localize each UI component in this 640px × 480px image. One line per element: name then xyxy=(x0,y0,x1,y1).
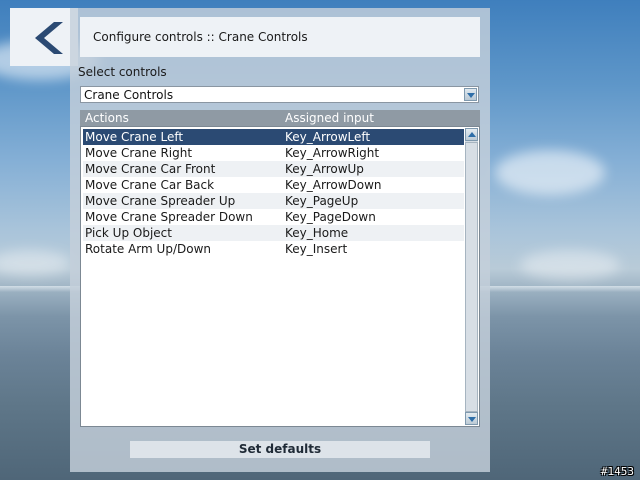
table-row[interactable]: Move Crane Spreader Up Key_PageUp xyxy=(83,193,464,209)
action-cell: Move Crane Car Back xyxy=(85,178,215,192)
title-bar: Configure controls :: Crane Controls xyxy=(80,17,480,57)
table-row[interactable]: Pick Up Object Key_Home xyxy=(83,225,464,241)
input-cell: Key_ArrowUp xyxy=(285,162,364,176)
table-row[interactable]: Move Crane Car Back Key_ArrowDown xyxy=(83,177,464,193)
input-cell: Key_PageDown xyxy=(285,210,376,224)
action-cell: Move Crane Spreader Up xyxy=(85,194,236,208)
scroll-up-button[interactable] xyxy=(465,128,478,141)
dropdown-button[interactable] xyxy=(464,88,477,101)
action-cell: Pick Up Object xyxy=(85,226,172,240)
table-header: Actions Assigned input xyxy=(80,110,480,126)
table-row[interactable]: Move Crane Right Key_ArrowRight xyxy=(83,145,464,161)
controls-list[interactable]: Move Crane Left Key_ArrowLeft Move Crane… xyxy=(80,126,480,427)
game-screen: Configure controls :: Crane Controls Sel… xyxy=(0,0,640,480)
input-cell: Key_ArrowRight xyxy=(285,146,380,160)
input-cell: Key_ArrowDown xyxy=(285,178,382,192)
background-cloud xyxy=(0,250,70,275)
background-cloud xyxy=(495,150,605,195)
action-cell: Move Crane Right xyxy=(85,146,193,160)
input-cell: Key_Insert xyxy=(285,242,348,256)
action-cell: Rotate Arm Up/Down xyxy=(85,242,211,256)
column-header-assigned-input: Assigned input xyxy=(285,111,374,125)
table-row[interactable]: Move Crane Car Front Key_ArrowUp xyxy=(83,161,464,177)
scroll-down-button[interactable] xyxy=(465,412,478,425)
frame-counter: #1453 xyxy=(600,465,634,478)
page-title: Configure controls :: Crane Controls xyxy=(93,30,308,44)
chevron-left-icon xyxy=(35,22,63,54)
dropdown-value: Crane Controls xyxy=(84,88,174,102)
input-cell: Key_PageUp xyxy=(285,194,359,208)
list-scrollbar[interactable] xyxy=(465,128,478,425)
action-cell: Move Crane Left xyxy=(85,130,184,144)
background-cloud xyxy=(520,250,620,280)
scroll-thumb[interactable] xyxy=(465,142,478,412)
select-controls-label: Select controls xyxy=(78,65,167,79)
chevron-down-icon xyxy=(467,93,475,98)
chevron-up-icon xyxy=(468,132,476,137)
controls-dropdown[interactable]: Crane Controls xyxy=(80,86,479,103)
table-row[interactable]: Move Crane Left Key_ArrowLeft xyxy=(83,129,464,145)
chevron-down-icon xyxy=(468,417,476,422)
action-cell: Move Crane Spreader Down xyxy=(85,210,253,224)
input-cell: Key_ArrowLeft xyxy=(285,130,371,144)
back-button[interactable] xyxy=(10,8,78,66)
column-header-actions: Actions xyxy=(85,111,129,125)
action-cell: Move Crane Car Front xyxy=(85,162,216,176)
input-cell: Key_Home xyxy=(285,226,349,240)
table-row[interactable]: Rotate Arm Up/Down Key_Insert xyxy=(83,241,464,257)
set-defaults-button[interactable]: Set defaults xyxy=(130,441,430,458)
table-row[interactable]: Move Crane Spreader Down Key_PageDown xyxy=(83,209,464,225)
